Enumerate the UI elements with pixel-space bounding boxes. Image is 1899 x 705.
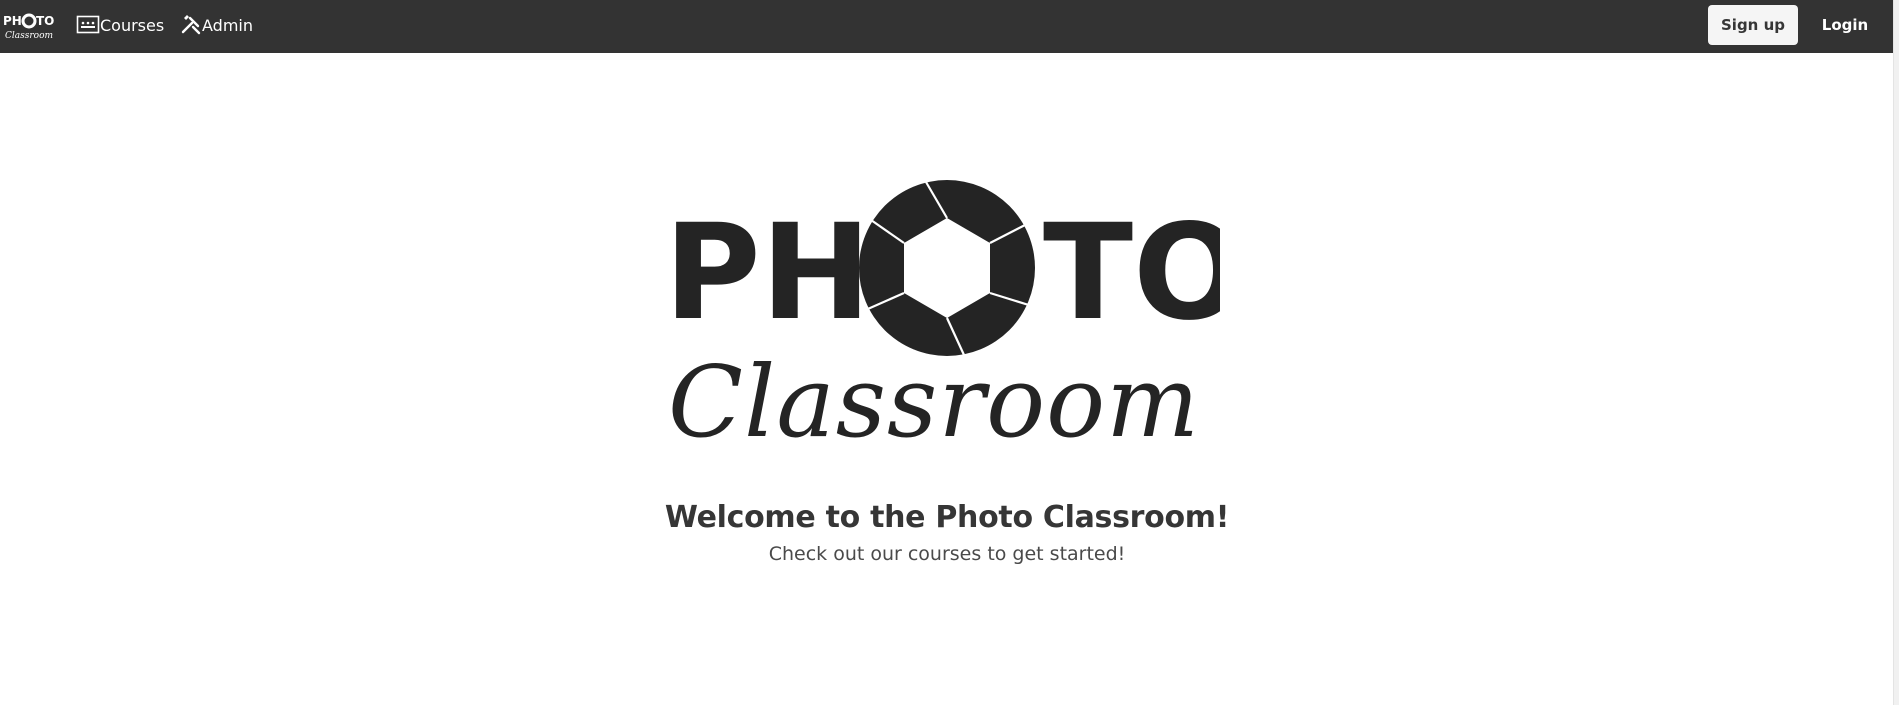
brand-logo-to: TO xyxy=(36,14,54,28)
nav-admin-link[interactable]: Admin xyxy=(180,14,253,36)
nav-courses-link[interactable]: Courses xyxy=(76,14,164,36)
hero-logo: PH TO Classroom xyxy=(664,180,1220,448)
page-subtitle: Check out our courses to get started! xyxy=(768,543,1126,565)
page-title: Welcome to the Photo Classroom! xyxy=(664,500,1230,535)
scrollbar-track[interactable] xyxy=(1893,0,1899,705)
hero-logo-to: TO xyxy=(1043,196,1220,350)
hero-logo-ph: PH xyxy=(664,196,871,350)
brand-logo[interactable]: PH TO Classroom xyxy=(3,13,55,40)
login-button[interactable]: Login xyxy=(1810,5,1880,45)
brand-logo-ph: PH xyxy=(3,14,22,28)
camera-aperture-icon xyxy=(859,180,1035,356)
brand-logo-script: Classroom xyxy=(5,31,53,40)
nav-courses-label: Courses xyxy=(100,15,165,35)
image-icon xyxy=(76,15,100,34)
aperture-icon xyxy=(21,13,37,29)
nav-admin-label: Admin xyxy=(202,15,253,35)
signup-button[interactable]: Sign up xyxy=(1708,5,1798,45)
tools-icon xyxy=(181,15,201,35)
top-navbar: PH TO Classroom Courses Admin Sign up Lo… xyxy=(0,0,1894,53)
page: PH TO Classroom Courses Admin Sign up Lo… xyxy=(0,0,1899,705)
hero-logo-script: Classroom xyxy=(668,346,1200,448)
